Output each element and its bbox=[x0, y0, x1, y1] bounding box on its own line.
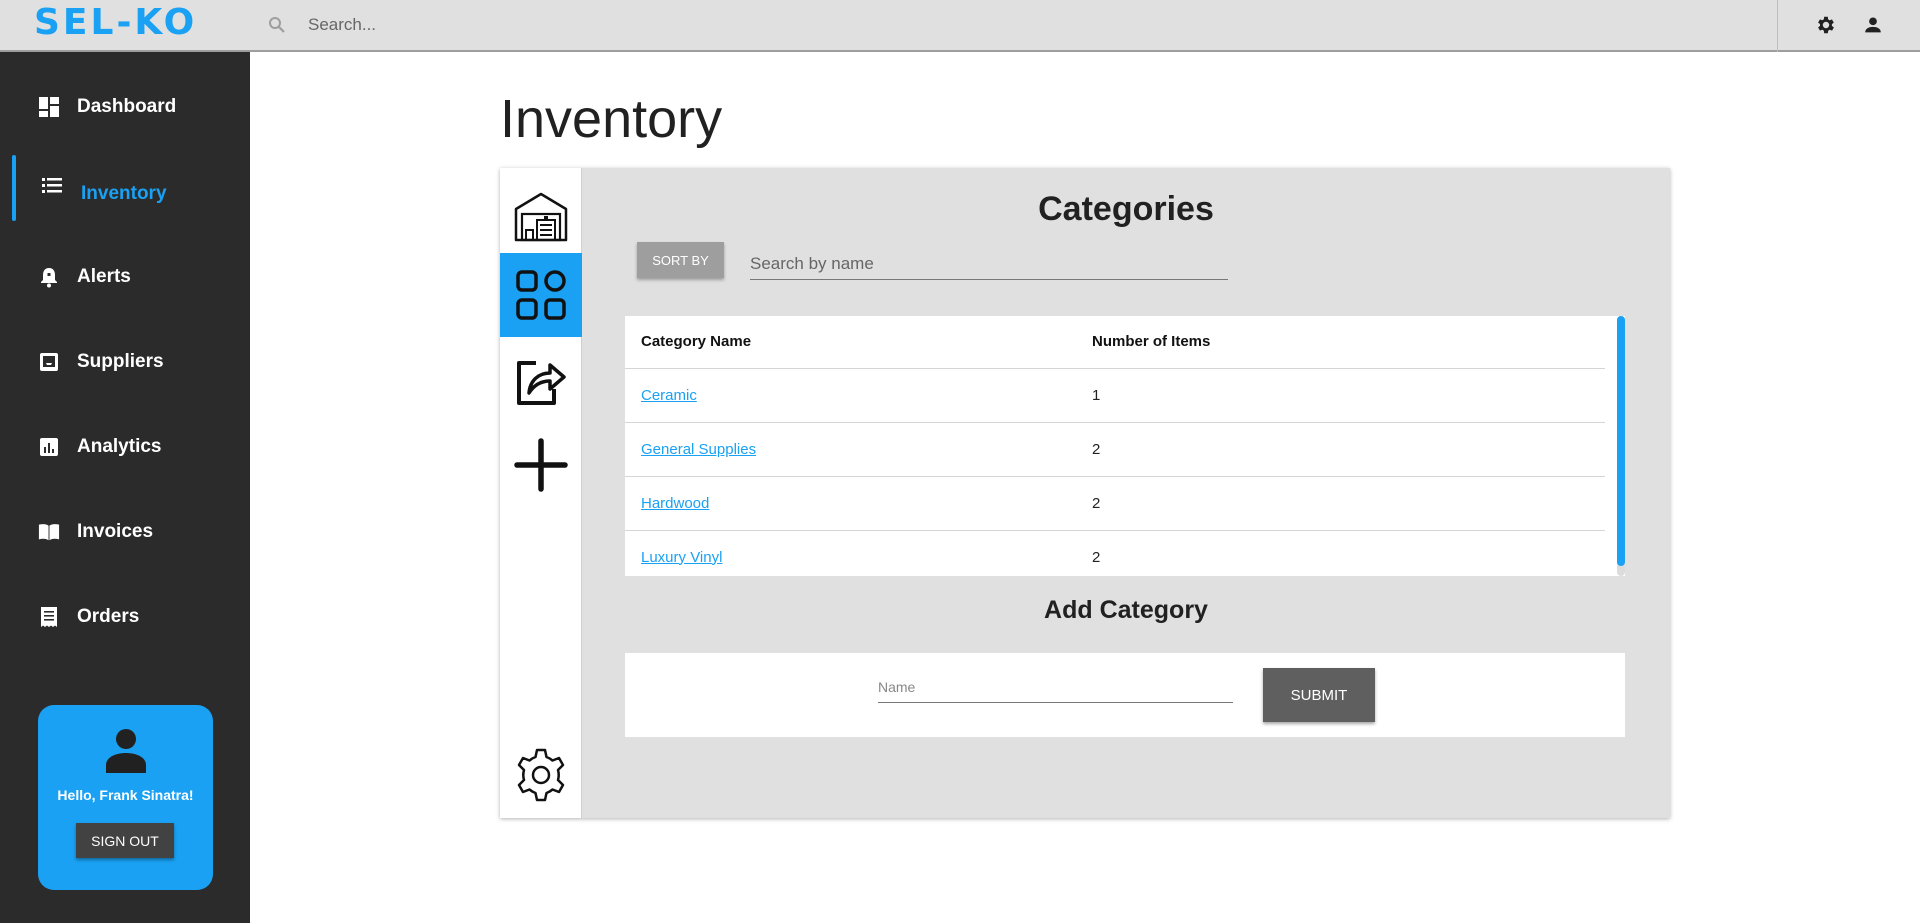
sort-by-button[interactable]: SORT BY bbox=[637, 242, 724, 278]
plus-icon bbox=[514, 438, 568, 492]
sign-out-button[interactable]: SIGN OUT bbox=[76, 823, 174, 858]
inventory-panel: Categories SORT BY Category Name Number … bbox=[500, 168, 1670, 818]
categories-title: Categories bbox=[1038, 190, 1214, 228]
settings-gear-icon bbox=[517, 748, 565, 802]
category-link[interactable]: Luxury Vinyl bbox=[641, 549, 722, 566]
item-count: 2 bbox=[1092, 530, 1605, 576]
tab-settings[interactable] bbox=[500, 733, 582, 817]
search-icon bbox=[269, 17, 285, 33]
sidebar-item-orders[interactable]: Orders bbox=[0, 587, 250, 647]
sidebar-item-label: Inventory bbox=[81, 183, 167, 204]
dashboard-icon bbox=[38, 96, 60, 118]
book-icon bbox=[38, 521, 60, 543]
divider bbox=[1777, 0, 1778, 52]
sidebar: SEL-KO Dashboard Inventory Alerts Suppli… bbox=[0, 0, 250, 923]
gear-icon[interactable] bbox=[1815, 14, 1837, 36]
item-count: 1 bbox=[1092, 368, 1605, 423]
table-row: Ceramic 1 bbox=[625, 368, 1605, 423]
warehouse-icon bbox=[514, 192, 568, 242]
sidebar-item-label: Dashboard bbox=[77, 96, 177, 117]
sidebar-item-dashboard[interactable]: Dashboard bbox=[0, 77, 250, 137]
panel-side-tabs bbox=[500, 168, 582, 818]
table-scrollbar[interactable] bbox=[1617, 316, 1625, 576]
app-logo[interactable]: SEL-KO bbox=[34, 2, 197, 43]
sidebar-item-alerts[interactable]: Alerts bbox=[0, 247, 250, 307]
user-card: Hello, Frank Sinatra! SIGN OUT bbox=[38, 705, 213, 890]
receipt-icon bbox=[38, 606, 60, 628]
inbox-icon bbox=[38, 351, 60, 373]
tab-export[interactable] bbox=[500, 339, 582, 423]
item-count: 2 bbox=[1092, 476, 1605, 531]
search-input[interactable] bbox=[308, 12, 1408, 38]
export-icon bbox=[517, 361, 566, 405]
table-row: Luxury Vinyl 2 bbox=[625, 530, 1605, 576]
scrollbar-thumb[interactable] bbox=[1617, 316, 1625, 566]
list-icon bbox=[41, 175, 63, 197]
sidebar-item-invoices[interactable]: Invoices bbox=[0, 502, 250, 562]
submit-button[interactable]: SUBMIT bbox=[1263, 668, 1375, 722]
categories-table: Category Name Number of Items Ceramic 1 … bbox=[625, 316, 1605, 576]
column-header-number-of-items[interactable]: Number of Items bbox=[1092, 316, 1605, 369]
logo-area: SEL-KO bbox=[0, 0, 250, 52]
sidebar-item-label: Analytics bbox=[77, 436, 162, 457]
add-category-title: Add Category bbox=[1044, 596, 1208, 624]
column-header-category-name[interactable]: Category Name bbox=[625, 316, 1092, 369]
categories-table-container[interactable]: Category Name Number of Items Ceramic 1 … bbox=[625, 316, 1625, 576]
tab-categories[interactable] bbox=[500, 253, 582, 337]
categories-grid-icon bbox=[516, 270, 566, 320]
tab-add[interactable] bbox=[500, 423, 582, 507]
category-search-input[interactable] bbox=[750, 248, 1228, 280]
sidebar-item-analytics[interactable]: Analytics bbox=[0, 417, 250, 477]
tab-warehouse[interactable] bbox=[500, 175, 582, 259]
category-link[interactable]: Ceramic bbox=[641, 387, 697, 404]
bell-icon bbox=[38, 266, 60, 288]
sidebar-item-label: Invoices bbox=[77, 521, 154, 542]
active-indicator bbox=[12, 155, 16, 221]
category-name-input[interactable] bbox=[878, 671, 1233, 703]
sidebar-item-label: Suppliers bbox=[77, 351, 164, 372]
category-link[interactable]: Hardwood bbox=[641, 495, 709, 512]
person-icon[interactable] bbox=[1862, 14, 1884, 36]
top-bar bbox=[250, 0, 1920, 52]
avatar bbox=[106, 729, 146, 773]
table-row: Hardwood 2 bbox=[625, 476, 1605, 531]
sidebar-item-label: Orders bbox=[77, 606, 140, 627]
item-count: 2 bbox=[1092, 422, 1605, 477]
sidebar-item-inventory[interactable]: Inventory bbox=[0, 155, 250, 221]
chart-icon bbox=[38, 436, 60, 458]
table-header-row: Category Name Number of Items bbox=[625, 316, 1605, 369]
page-title: Inventory bbox=[500, 89, 723, 149]
sidebar-item-suppliers[interactable]: Suppliers bbox=[0, 332, 250, 392]
user-greeting: Hello, Frank Sinatra! bbox=[57, 787, 194, 803]
table-row: General Supplies 2 bbox=[625, 422, 1605, 477]
category-link[interactable]: General Supplies bbox=[641, 441, 756, 458]
sidebar-item-label: Alerts bbox=[77, 266, 131, 287]
add-category-form: SUBMIT bbox=[625, 653, 1625, 737]
